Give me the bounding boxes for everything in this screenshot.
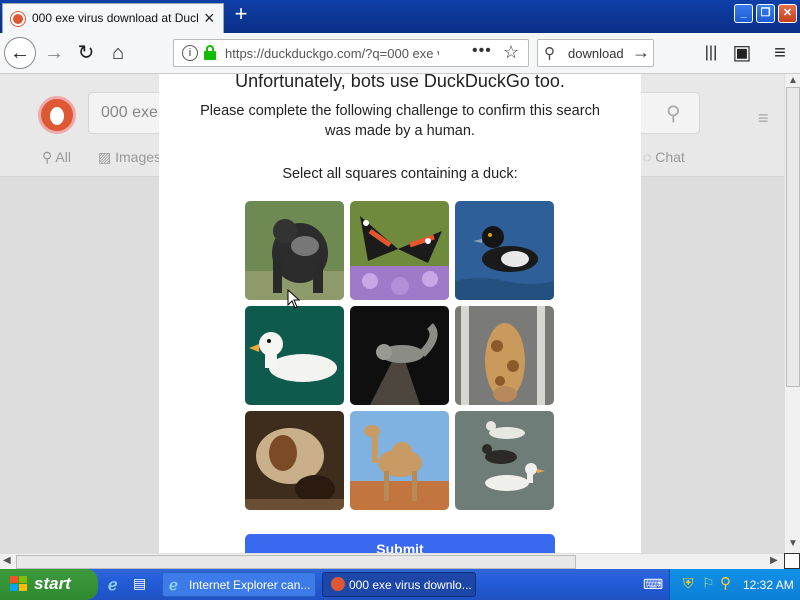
back-button[interactable]: ← bbox=[4, 37, 36, 69]
captcha-tile-dogs[interactable] bbox=[245, 411, 344, 510]
vertical-scroll-thumb[interactable] bbox=[786, 87, 800, 387]
quick-launch-ie-icon[interactable]: ℯ bbox=[108, 575, 117, 595]
duckduckgo-logo-icon[interactable] bbox=[38, 96, 76, 134]
captcha-description: Please complete the following challenge … bbox=[200, 103, 600, 139]
horizontal-scrollbar[interactable]: ◀ ▶ bbox=[0, 553, 784, 569]
tab-images-label: Images bbox=[115, 149, 162, 165]
scrollbar-corner bbox=[784, 553, 800, 569]
ddg-menu-icon[interactable]: ≡ bbox=[758, 108, 769, 129]
forward-button[interactable]: → bbox=[40, 39, 68, 67]
search-go-icon[interactable]: → bbox=[632, 42, 650, 63]
info-icon[interactable]: i bbox=[182, 45, 198, 61]
menu-icon[interactable]: ≡ bbox=[766, 39, 794, 67]
ie-icon: ℯ bbox=[169, 577, 178, 594]
page-actions-icon[interactable]: ••• bbox=[472, 42, 492, 60]
captcha-tile-ducks[interactable] bbox=[455, 411, 554, 510]
captcha-tile-duck[interactable] bbox=[455, 201, 554, 300]
page-viewport: 000 exe virus download ⚲ ≡ ⚲ All ▨ Image… bbox=[0, 74, 784, 553]
tab-chat[interactable]: ◌ Chat bbox=[643, 149, 685, 165]
tab-images[interactable]: ▨ Images bbox=[98, 149, 161, 166]
bookmark-star-icon[interactable]: ☆ bbox=[503, 42, 519, 63]
keyboard-icon[interactable]: ⌨ bbox=[643, 576, 663, 593]
sidebar-icon[interactable]: ▣ bbox=[728, 39, 756, 67]
taskbar-item-browser[interactable]: 000 exe virus downlo... bbox=[322, 572, 476, 597]
navigation-toolbar: ← → ↻ ⌂ i https://duckduckgo.com/?q=000 … bbox=[0, 33, 800, 74]
library-icon[interactable]: ||| bbox=[697, 39, 725, 67]
url-text[interactable]: https://duckduckgo.com/?q=000 exe virus … bbox=[225, 46, 439, 61]
search-box[interactable]: ⚲ download → bbox=[537, 39, 654, 67]
scroll-up-icon[interactable]: ▲ bbox=[788, 75, 798, 86]
captcha-tile-butterfly[interactable] bbox=[350, 201, 449, 300]
scroll-right-icon[interactable]: ▶ bbox=[770, 555, 778, 566]
captcha-modal: Unfortunately, bots use DuckDuckGo too. … bbox=[159, 74, 641, 553]
reload-button[interactable]: ↻ bbox=[72, 39, 100, 67]
tab-all[interactable]: ⚲ All bbox=[42, 149, 71, 166]
window-close-button[interactable]: ✕ bbox=[778, 4, 797, 23]
captcha-instruction: Select all squares containing a duck: bbox=[282, 166, 518, 182]
captcha-tile-camel[interactable] bbox=[350, 411, 449, 510]
captcha-tile-white-duck[interactable] bbox=[245, 306, 344, 405]
start-button[interactable]: start bbox=[0, 569, 98, 600]
search-icon: ⚲ bbox=[544, 45, 555, 62]
lock-icon bbox=[204, 45, 216, 60]
duckduckgo-favicon-icon bbox=[11, 12, 25, 26]
taskbar: start ℯ ▤ ℯ Internet Explorer can... 000… bbox=[0, 569, 800, 600]
new-tab-button[interactable]: + bbox=[230, 3, 252, 26]
tab-close-icon[interactable]: × bbox=[204, 9, 215, 27]
home-button[interactable]: ⌂ bbox=[104, 39, 132, 67]
tab-title: 000 exe virus download at DuckDuckGo bbox=[32, 11, 198, 25]
start-label: start bbox=[34, 574, 71, 593]
maximize-button[interactable]: ❐ bbox=[756, 4, 775, 23]
clock: 12:32 AM bbox=[743, 578, 794, 592]
taskbar-item-ie-label: Internet Explorer can... bbox=[189, 578, 311, 592]
tab-chat-label: Chat bbox=[655, 149, 685, 165]
taskbar-item-browser-label: 000 exe virus downlo... bbox=[349, 578, 472, 592]
captcha-heading: Unfortunately, bots use DuckDuckGo too. bbox=[235, 74, 565, 91]
windows-flag-icon bbox=[10, 576, 27, 591]
horizontal-scroll-thumb[interactable] bbox=[16, 555, 576, 569]
scroll-left-icon[interactable]: ◀ bbox=[3, 555, 11, 566]
browser-tab[interactable]: 000 exe virus download at DuckDuckGo × bbox=[2, 3, 224, 33]
taskbar-item-ie[interactable]: ℯ Internet Explorer can... bbox=[162, 572, 316, 597]
scroll-down-icon[interactable]: ▼ bbox=[788, 538, 798, 549]
captcha-tile-giraffe[interactable] bbox=[455, 306, 554, 405]
submit-button[interactable]: Submit bbox=[245, 534, 555, 553]
network-icon[interactable]: ⚐ bbox=[702, 575, 715, 592]
search-tray-icon[interactable]: ⚲ bbox=[720, 574, 731, 592]
minimize-button[interactable]: _ bbox=[734, 4, 753, 23]
title-bar: 000 exe virus download at DuckDuckGo × +… bbox=[0, 0, 800, 33]
quick-launch-desktop-icon[interactable]: ▤ bbox=[133, 575, 146, 592]
captcha-tile-squirrel[interactable] bbox=[350, 306, 449, 405]
vertical-scrollbar[interactable]: ▲ ▼ bbox=[784, 74, 800, 553]
address-bar[interactable]: i https://duckduckgo.com/?q=000 exe viru… bbox=[173, 39, 529, 67]
ddg-search-icon[interactable]: ⚲ bbox=[666, 101, 681, 126]
captcha-tile-gorilla[interactable] bbox=[245, 201, 344, 300]
browser-taskbar-icon bbox=[331, 577, 345, 591]
mouse-cursor-icon bbox=[287, 289, 301, 309]
security-shield-icon[interactable]: ⛨ bbox=[683, 575, 694, 592]
tab-all-label: All bbox=[55, 149, 71, 165]
search-box-value[interactable]: download bbox=[568, 46, 624, 61]
